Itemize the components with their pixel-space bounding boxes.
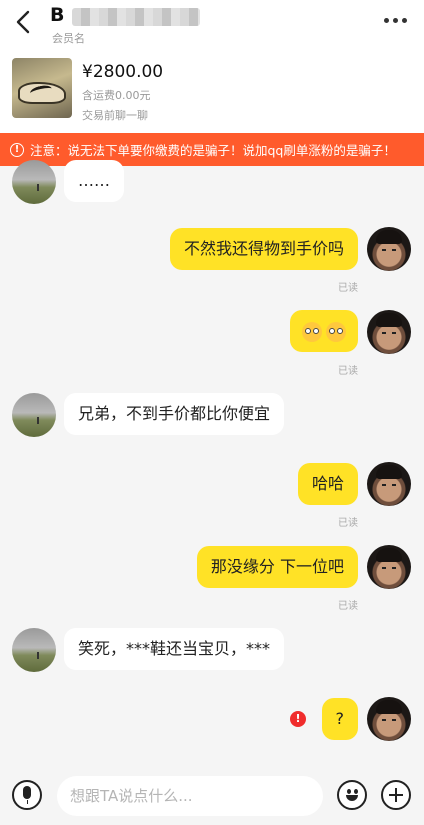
more-options-icon[interactable] <box>384 18 408 24</box>
more-actions-button[interactable] <box>381 780 411 810</box>
smiley-face-icon <box>347 789 351 794</box>
message-bubble-outgoing[interactable]: ? <box>321 698 358 740</box>
fraud-warning-banner: ! 注意：说无法下单要你缴费的是骗子！说加qq刷单涨粉的是骗子！ <box>0 133 424 166</box>
alert-icon: ! <box>10 142 24 157</box>
message-bubble-incoming[interactable]: 兄弟，不到手价都比你便宜 <box>64 393 285 435</box>
shipping-info: 含运费0.00元 <box>82 89 151 102</box>
chat-before-trade-label: 交易前聊一聊 <box>82 109 148 122</box>
contact-avatar[interactable] <box>12 628 56 672</box>
my-avatar[interactable] <box>367 462 411 506</box>
my-avatar[interactable] <box>367 697 411 741</box>
message-input[interactable] <box>57 776 323 816</box>
read-status: 已读 <box>338 518 358 529</box>
product-thumbnail[interactable] <box>12 58 72 118</box>
message-bubble-incoming[interactable]: 笑死，***鞋还当宝贝，*** <box>64 628 285 670</box>
contact-avatar[interactable] <box>12 160 56 204</box>
back-arrow-icon[interactable] <box>12 8 36 36</box>
redacted-username <box>72 8 200 26</box>
emoji-button[interactable] <box>337 780 367 810</box>
message-bubble-incoming[interactable]: …… <box>64 160 124 202</box>
read-status: 已读 <box>338 283 358 294</box>
chat-header: B 会员名 ¥2800.00 含运费0.00元 交易前聊一聊 <box>0 0 424 133</box>
send-failed-icon[interactable]: ! <box>290 711 306 727</box>
my-avatar[interactable] <box>367 310 411 354</box>
message-bubble-outgoing[interactable]: 那没缘分 下一位吧 <box>196 546 358 588</box>
message-bubble-outgoing[interactable]: 不然我还得物到手价吗 <box>169 228 358 270</box>
message-bubble-outgoing[interactable]: 哈哈 <box>297 463 358 505</box>
flushed-face-emoji-icon <box>326 321 346 342</box>
warning-text: 注意：说无法下单要你缴费的是骗子！说加qq刷单涨粉的是骗子！ <box>30 143 396 158</box>
microphone-icon <box>23 786 31 799</box>
flushed-face-emoji-icon <box>302 321 322 342</box>
product-price: ¥2800.00 <box>82 62 164 82</box>
member-subtitle: 会员名 <box>52 32 85 45</box>
my-avatar[interactable] <box>367 227 411 271</box>
contact-avatar[interactable] <box>12 393 56 437</box>
read-status: 已读 <box>338 366 358 377</box>
read-status: 已读 <box>338 601 358 612</box>
chat-title: B <box>50 4 65 26</box>
my-avatar[interactable] <box>367 545 411 589</box>
message-input-bar <box>0 768 424 825</box>
voice-input-button[interactable] <box>12 780 42 810</box>
message-bubble-emoji[interactable] <box>290 310 358 352</box>
